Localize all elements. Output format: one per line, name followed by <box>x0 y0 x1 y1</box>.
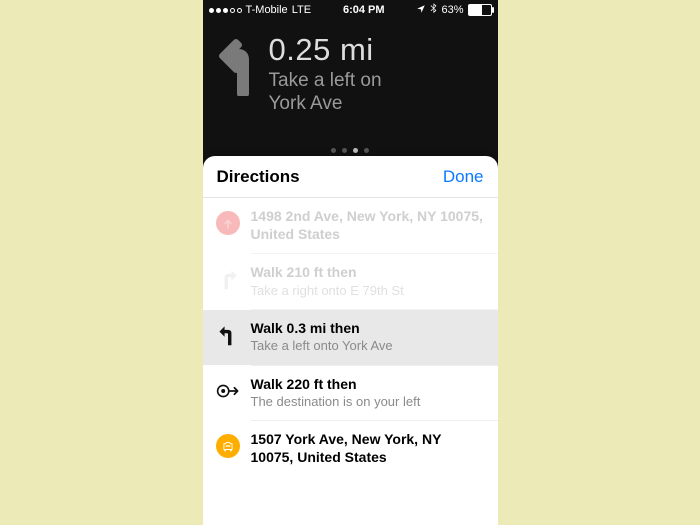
destination-icon <box>215 433 241 459</box>
phone-frame: T-Mobile LTE 6:04 PM 63% 0.25 mi Take <box>203 0 498 525</box>
bluetooth-icon <box>430 3 437 17</box>
step-secondary: The destination is on your left <box>251 394 421 410</box>
location-icon <box>416 4 426 17</box>
signal-dots-icon <box>209 8 242 13</box>
origin-icon <box>215 210 241 236</box>
steps-list[interactable]: 1498 2nd Ave, New York, NY 10075, United… <box>203 198 498 476</box>
clock-label: 6:04 PM <box>311 4 416 16</box>
step-primary: Walk 210 ft then <box>251 264 404 282</box>
directions-sheet: Directions Done 1498 2nd Ave, New York, … <box>203 156 498 525</box>
status-bar: T-Mobile LTE 6:04 PM 63% <box>203 0 498 20</box>
arrive-icon <box>215 378 241 404</box>
step-primary: Walk 0.3 mi then <box>251 320 393 338</box>
nav-instruction-line2: York Ave <box>269 93 343 114</box>
network-label: LTE <box>292 4 311 16</box>
turn-left-icon <box>215 322 241 348</box>
step-primary: Walk 220 ft then <box>251 376 421 394</box>
turn-right-icon <box>215 266 241 292</box>
battery-pct-label: 63% <box>441 4 463 16</box>
step-primary: 1507 York Ave, New York, NY 10075, Unite… <box>251 431 486 466</box>
carrier-label: T-Mobile <box>246 4 288 16</box>
done-button[interactable]: Done <box>443 167 484 187</box>
sheet-title: Directions <box>217 167 300 187</box>
step-turn-left[interactable]: Walk 0.3 mi then Take a left onto York A… <box>203 310 498 365</box>
step-origin[interactable]: 1498 2nd Ave, New York, NY 10075, United… <box>203 198 498 253</box>
battery-icon <box>468 4 492 16</box>
nav-distance: 0.25 mi <box>269 32 486 68</box>
nav-instruction-line1: Take a left on <box>269 70 382 91</box>
step-arrive[interactable]: Walk 220 ft then The destination is on y… <box>203 366 498 421</box>
step-secondary: Take a left onto York Ave <box>251 338 393 354</box>
step-secondary: Take a right onto E 79th St <box>251 283 404 299</box>
step-turn-right[interactable]: Walk 210 ft then Take a right onto E 79t… <box>203 254 498 309</box>
sheet-header: Directions Done <box>203 156 498 198</box>
step-primary: 1498 2nd Ave, New York, NY 10075, United… <box>251 208 486 243</box>
step-destination[interactable]: 1507 York Ave, New York, NY 10075, Unite… <box>203 421 498 476</box>
